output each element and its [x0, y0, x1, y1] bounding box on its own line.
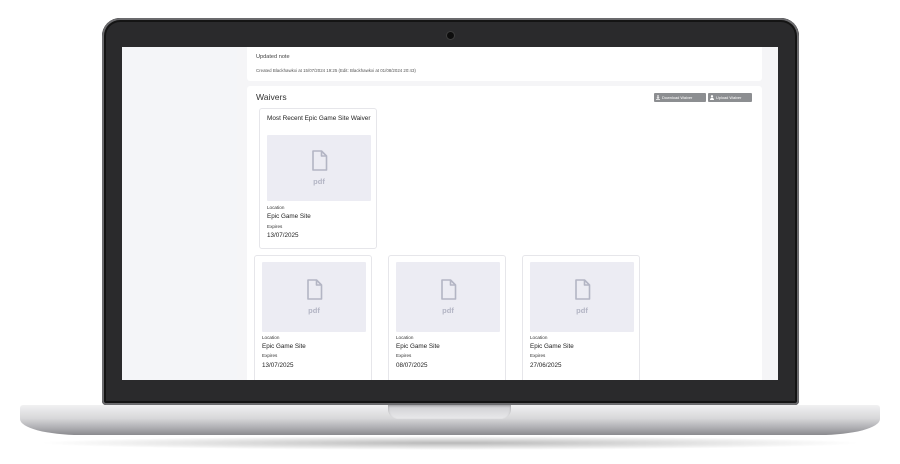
file-icon: [311, 150, 328, 176]
laptop-screen: Updated note Created Blackhawkxi at 15/0…: [122, 47, 778, 380]
waivers-title: Waivers: [256, 92, 287, 102]
expires-label: Expires: [267, 224, 283, 229]
waiver-thumbnail[interactable]: pdf: [267, 135, 371, 201]
location-value: Epic Game Site: [262, 343, 306, 350]
expires-label: Expires: [396, 353, 412, 358]
waiver-thumbnail[interactable]: pdf: [530, 262, 634, 332]
file-icon: [306, 279, 323, 305]
expires-label: Expires: [262, 353, 278, 358]
expires-value: 27/06/2025: [530, 362, 562, 369]
main-content: Updated note Created Blackhawkxi at 15/0…: [247, 47, 762, 380]
note-meta: Created Blackhawkxi at 15/07/2024 19:25 …: [256, 68, 416, 73]
expires-value: 13/07/2025: [262, 362, 294, 369]
expires-label: Expires: [530, 353, 546, 358]
camera-icon: [447, 32, 454, 39]
location-label: Location: [262, 335, 280, 340]
user-upload-icon: [710, 94, 714, 101]
download-waiver-button[interactable]: Download Waiver: [654, 93, 706, 102]
laptop-shadow: [36, 436, 864, 450]
location-label: Location: [530, 335, 548, 340]
location-value: Epic Game Site: [396, 343, 440, 350]
location-value: Epic Game Site: [267, 213, 311, 220]
file-icon: [440, 279, 457, 305]
waiver-card[interactable]: pdf Location Epic Game Site Expires 08/0…: [388, 255, 506, 380]
note-panel: Updated note Created Blackhawkxi at 15/0…: [247, 47, 762, 81]
file-icon: [574, 279, 591, 305]
waiver-thumbnail[interactable]: pdf: [262, 262, 366, 332]
upload-waiver-label: Upload Waiver: [716, 95, 742, 100]
expires-value: 08/07/2025: [396, 362, 428, 369]
location-label: Location: [396, 335, 414, 340]
waiver-card[interactable]: pdf Location Epic Game Site Expires 27/0…: [522, 255, 640, 380]
download-icon: [656, 94, 660, 101]
location-value: Epic Game Site: [530, 343, 574, 350]
waiver-thumbnail[interactable]: pdf: [396, 262, 500, 332]
file-type-label: pdf: [308, 306, 320, 315]
note-text: Updated note: [256, 54, 290, 60]
download-waiver-label: Download Waiver: [662, 95, 693, 100]
upload-waiver-button[interactable]: Upload Waiver: [708, 93, 752, 102]
file-type-label: pdf: [442, 306, 454, 315]
waivers-panel: Waivers Download Waiver Upload Waiver Mo…: [247, 86, 762, 380]
waiver-card-featured[interactable]: Most Recent Epic Game Site Waiver pdf Lo…: [259, 108, 377, 249]
expires-value: 13/07/2025: [267, 232, 299, 239]
file-type-label: pdf: [576, 306, 588, 315]
waiver-card[interactable]: pdf Location Epic Game Site Expires 13/0…: [254, 255, 372, 380]
waiver-card-title: Most Recent Epic Game Site Waiver: [267, 115, 371, 122]
file-type-label: pdf: [313, 177, 325, 186]
laptop-hinge-notch: [388, 405, 511, 419]
left-sidebar: [122, 47, 237, 380]
location-label: Location: [267, 205, 285, 210]
